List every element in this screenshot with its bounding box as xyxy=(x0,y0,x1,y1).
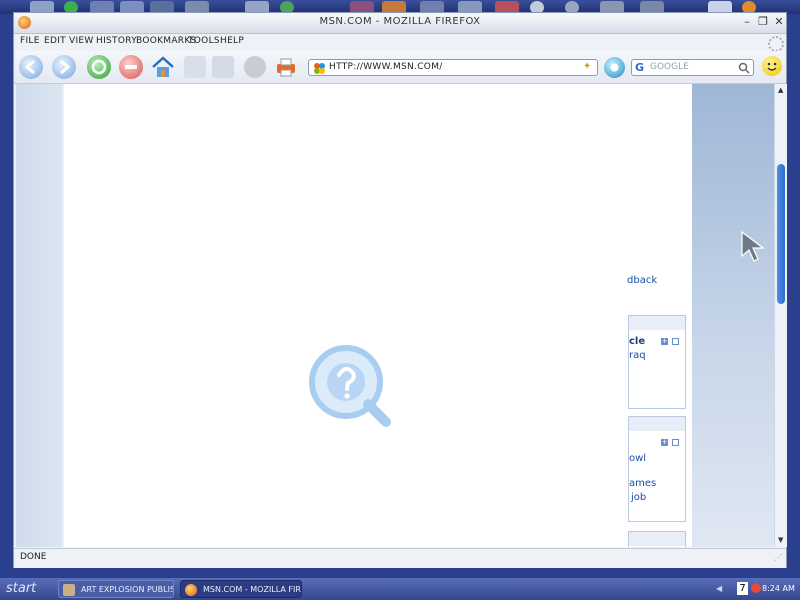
task-label: MSN.COM - MOZILLA FIREFOX xyxy=(203,585,301,594)
panel-header xyxy=(629,417,685,431)
reload-icon xyxy=(91,59,107,75)
panel-link[interactable]: ames xyxy=(629,478,656,489)
menu-view[interactable]: VIEW xyxy=(69,36,94,46)
scroll-down-icon[interactable]: ▼ xyxy=(778,536,783,544)
search-icon[interactable] xyxy=(738,62,750,74)
collapse-icon[interactable] xyxy=(672,439,679,446)
collapse-icon[interactable] xyxy=(672,338,679,345)
task-label: ART EXPLOSION PUBLISHER PRO ... xyxy=(81,585,173,594)
feedback-link[interactable]: dback xyxy=(627,275,657,286)
scroll-thumb[interactable] xyxy=(777,164,785,304)
panel-header xyxy=(629,316,685,330)
throbber-icon xyxy=(768,36,784,52)
smiley-face-icon xyxy=(767,62,777,71)
search-input[interactable]: GOOGLE xyxy=(650,62,689,72)
title-bar[interactable]: MSN.COM - MOZILLA FIREFOX – ❐ ✕ xyxy=(14,13,786,34)
lower-panel xyxy=(628,531,686,547)
clock: 8:24 AM xyxy=(762,584,795,593)
expand-icon[interactable]: + xyxy=(661,439,668,446)
stop-icon xyxy=(125,65,137,69)
copy-button[interactable] xyxy=(212,56,234,78)
panel-link[interactable]: owl xyxy=(629,453,646,464)
mouse-cursor-icon xyxy=(741,230,765,262)
tray-badge[interactable]: 7 xyxy=(737,582,748,595)
reload-button[interactable] xyxy=(87,55,111,79)
page-content: dback cle raq + + owl ames job xyxy=(16,84,774,547)
minimize-button[interactable]: – xyxy=(740,15,754,29)
status-text: DONE xyxy=(20,552,47,562)
url-text: HTTP://WWW.MSN.COM/ xyxy=(329,62,443,72)
resize-grip-icon[interactable]: ⋰ xyxy=(774,553,782,562)
print-button[interactable] xyxy=(274,56,298,78)
arrow-right-icon xyxy=(60,59,71,75)
browser-window: MSN.COM - MOZILLA FIREFOX – ❐ ✕ FILE EDI… xyxy=(13,12,787,568)
msn-butterfly-icon xyxy=(314,63,325,74)
paste-button[interactable] xyxy=(244,56,266,78)
search-bar[interactable]: G GOOGLE xyxy=(631,59,754,76)
firefox-icon xyxy=(185,584,197,596)
start-button[interactable]: start xyxy=(6,581,36,596)
menu-history[interactable]: HISTORY xyxy=(96,36,137,46)
task-art-explosion[interactable]: ART EXPLOSION PUBLISHER PRO ... xyxy=(58,580,174,598)
smiley-icon[interactable] xyxy=(762,56,782,76)
status-bar: DONE ⋰ xyxy=(14,548,786,568)
home-button[interactable] xyxy=(150,55,176,79)
news-panel: cle raq + xyxy=(628,315,686,409)
maximize-button[interactable]: ❐ xyxy=(756,15,770,29)
publisher-app-icon xyxy=(63,584,75,596)
scroll-up-icon[interactable]: ▲ xyxy=(778,86,783,94)
menu-edit[interactable]: EDIT xyxy=(44,36,66,46)
stop-button[interactable] xyxy=(119,55,143,79)
menu-file[interactable]: FILE xyxy=(20,36,40,46)
home-icon xyxy=(152,56,174,77)
page-right-margin xyxy=(692,84,774,547)
vertical-scrollbar[interactable]: ▲ ▼ xyxy=(774,84,787,547)
go-arrow-icon xyxy=(610,63,619,72)
arrow-left-icon xyxy=(24,59,35,75)
back-button[interactable] xyxy=(19,55,43,79)
panel-link[interactable]: job xyxy=(631,492,646,503)
navigation-toolbar: HTTP://WWW.MSN.COM/ ✦ G GOOGLE xyxy=(14,51,786,84)
quicktime-question-icon xyxy=(309,345,391,427)
taskbar: start ART EXPLOSION PUBLISHER PRO ... MS… xyxy=(0,578,800,600)
page-body xyxy=(64,84,692,547)
google-g-icon: G xyxy=(635,61,645,74)
go-button[interactable] xyxy=(604,57,625,78)
menu-help[interactable]: HELP xyxy=(220,36,244,46)
missing-plugin-icon[interactable] xyxy=(306,342,392,428)
topics-panel: + owl ames job xyxy=(628,416,686,522)
menu-bar: FILE EDIT VIEW HISTORY BOOKMARKS TOOLS H… xyxy=(14,34,786,52)
panel-headline[interactable]: cle xyxy=(629,336,645,347)
panel-link[interactable]: raq xyxy=(629,350,646,361)
tray-app-icon[interactable] xyxy=(751,583,761,593)
url-bar[interactable]: HTTP://WWW.MSN.COM/ ✦ xyxy=(308,59,598,76)
forward-button[interactable] xyxy=(52,55,76,79)
printer-icon xyxy=(277,58,295,77)
menu-tools[interactable]: TOOLS xyxy=(188,36,220,46)
expand-icon[interactable]: + xyxy=(661,338,668,345)
panel-header xyxy=(629,532,685,546)
bookmark-star-icon[interactable]: ✦ xyxy=(583,61,591,72)
cut-button[interactable] xyxy=(184,56,206,78)
task-firefox[interactable]: MSN.COM - MOZILLA FIREFOX xyxy=(180,580,302,598)
close-button[interactable]: ✕ xyxy=(772,15,786,29)
window-title: MSN.COM - MOZILLA FIREFOX xyxy=(319,16,481,27)
tray-arrow-icon[interactable]: ◀ xyxy=(716,584,722,593)
